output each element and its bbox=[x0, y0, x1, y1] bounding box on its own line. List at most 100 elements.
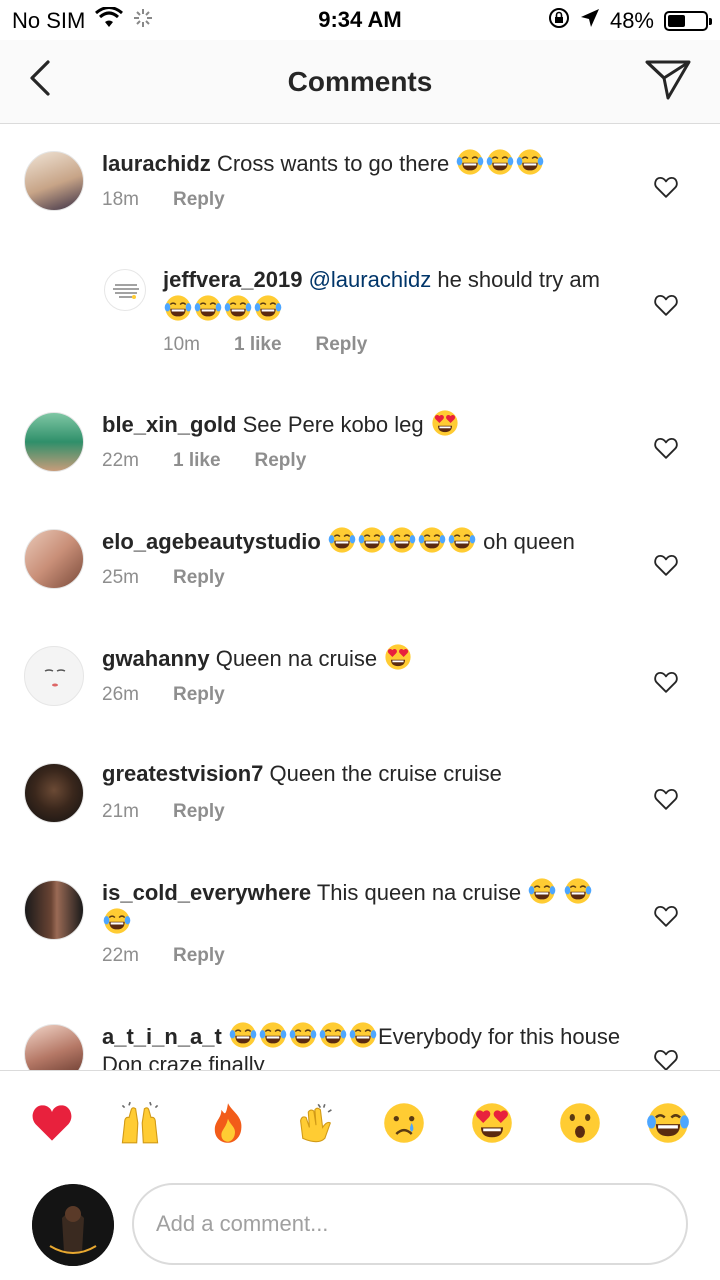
comment-time: 22m bbox=[102, 450, 139, 471]
comment-input[interactable] bbox=[132, 1183, 688, 1265]
comment-username[interactable]: greatestvision7 bbox=[102, 761, 263, 786]
laughing-emoji-icon bbox=[358, 526, 386, 554]
comment-time: 26m bbox=[102, 684, 139, 705]
quick-emoji-bar bbox=[0, 1070, 720, 1176]
comment-username[interactable]: jeffvera_2019 bbox=[163, 267, 302, 292]
laughing-emoji-icon bbox=[486, 148, 514, 176]
laughing-emoji-icon bbox=[194, 294, 222, 322]
avatar[interactable] bbox=[24, 763, 84, 823]
comment-username[interactable]: gwahanny bbox=[102, 646, 210, 671]
comment-text: greatestvision7 Queen the cruise cruise bbox=[102, 760, 622, 788]
comment-meta: 25m Reply bbox=[102, 567, 225, 589]
quick-surprised-button[interactable] bbox=[556, 1099, 604, 1147]
quick-heart-eyes-button[interactable] bbox=[468, 1099, 516, 1147]
comment-time: 22m bbox=[102, 945, 139, 966]
cartoon-face-avatar bbox=[44, 669, 66, 687]
likes-count[interactable]: 1 like bbox=[173, 450, 221, 472]
heart-eyes-emoji-icon bbox=[384, 643, 412, 671]
comment-time: 21m bbox=[102, 801, 139, 822]
clapping-hands-icon bbox=[294, 1101, 338, 1145]
comment-time: 10m bbox=[163, 334, 200, 355]
laughing-emoji-icon bbox=[289, 1021, 317, 1049]
laughing-emoji-icon bbox=[418, 526, 446, 554]
laughing-emoji-icon bbox=[448, 526, 476, 554]
avatar[interactable] bbox=[24, 412, 84, 472]
comment-meta: 18m Reply bbox=[102, 189, 225, 211]
like-heart-icon[interactable] bbox=[652, 173, 680, 201]
comment-time: 25m bbox=[102, 567, 139, 588]
comment-text: a_t_i_n_a_t Everybody for this house Don… bbox=[102, 1021, 622, 1070]
likes-count[interactable]: 1 like bbox=[234, 334, 282, 356]
laughing-emoji-icon bbox=[259, 1021, 287, 1049]
battery-icon bbox=[664, 11, 712, 31]
battery-percent: 48% bbox=[609, 8, 654, 33]
raised-hands-icon bbox=[118, 1101, 162, 1145]
olore-logo-avatar bbox=[32, 1184, 114, 1266]
avatar[interactable] bbox=[24, 646, 84, 706]
quick-heart-button[interactable] bbox=[28, 1099, 76, 1147]
battery-level-fill bbox=[668, 15, 685, 27]
quick-fire-button[interactable] bbox=[204, 1099, 252, 1147]
comment-composer bbox=[0, 1176, 720, 1280]
comment-message: he should try am bbox=[437, 267, 600, 292]
comment-meta: 22m 1 like Reply bbox=[102, 450, 306, 472]
avatar[interactable] bbox=[24, 880, 84, 940]
laughing-emoji-icon bbox=[164, 294, 192, 322]
comment-meta: 22m Reply bbox=[102, 945, 225, 967]
avatar[interactable] bbox=[104, 269, 146, 311]
comment-mention[interactable]: @laurachidz bbox=[309, 267, 432, 292]
heart-eyes-icon bbox=[470, 1101, 514, 1145]
comment-text: elo_agebeautystudio oh queen bbox=[102, 526, 642, 556]
comment-username[interactable]: a_t_i_n_a_t bbox=[102, 1024, 222, 1049]
avatar[interactable] bbox=[24, 1024, 84, 1070]
reply-button[interactable]: Reply bbox=[173, 567, 225, 589]
share-button[interactable] bbox=[642, 54, 694, 106]
comment-username[interactable]: is_cold_everywhere bbox=[102, 880, 311, 905]
reply-button[interactable]: Reply bbox=[173, 945, 225, 967]
quick-laugh-button[interactable] bbox=[644, 1099, 692, 1147]
like-heart-icon[interactable] bbox=[652, 785, 680, 813]
like-heart-icon[interactable] bbox=[652, 668, 680, 696]
surprised-face-icon bbox=[558, 1101, 602, 1145]
comment-text: jeffvera_2019 @laurachidz he should try … bbox=[163, 266, 633, 324]
comment-username[interactable]: ble_xin_gold bbox=[102, 412, 236, 437]
comment-message: oh queen bbox=[483, 529, 575, 554]
comment-time: 18m bbox=[102, 189, 139, 210]
comment-message: This queen na cruise bbox=[316, 880, 522, 905]
like-heart-icon[interactable] bbox=[652, 902, 680, 930]
like-heart-icon[interactable] bbox=[652, 291, 680, 319]
laughing-emoji-icon bbox=[456, 148, 484, 176]
like-heart-icon[interactable] bbox=[652, 1046, 680, 1070]
avatar[interactable] bbox=[24, 151, 84, 211]
comment-message: Queen the cruise cruise bbox=[269, 761, 502, 786]
comment-username[interactable]: elo_agebeautystudio bbox=[102, 529, 321, 554]
comment-username[interactable]: laurachidz bbox=[102, 151, 211, 176]
reply-button[interactable]: Reply bbox=[173, 189, 225, 211]
quick-cry-button[interactable] bbox=[380, 1099, 428, 1147]
laughing-emoji-icon bbox=[229, 1021, 257, 1049]
comment-text: ble_xin_gold See Pere kobo leg bbox=[102, 409, 622, 439]
reply-button[interactable]: Reply bbox=[255, 450, 307, 472]
like-heart-icon[interactable] bbox=[652, 551, 680, 579]
laughing-emoji-icon bbox=[254, 294, 282, 322]
laughing-emoji-icon bbox=[328, 526, 356, 554]
quick-clap-button[interactable] bbox=[292, 1099, 340, 1147]
laughing-emoji-icon bbox=[646, 1101, 690, 1145]
like-heart-icon[interactable] bbox=[652, 434, 680, 462]
reply-button[interactable]: Reply bbox=[173, 801, 225, 823]
comments-list[interactable]: laurachidz Cross wants to go there 18m R… bbox=[0, 125, 720, 1070]
reply-button[interactable]: Reply bbox=[316, 334, 368, 356]
fire-icon bbox=[206, 1101, 250, 1145]
my-avatar[interactable] bbox=[32, 1184, 114, 1266]
laughing-emoji-icon bbox=[349, 1021, 377, 1049]
comment-message: Queen na cruise bbox=[215, 646, 378, 671]
reply-button[interactable]: Reply bbox=[173, 684, 225, 706]
quick-raised-hands-button[interactable] bbox=[116, 1099, 164, 1147]
laughing-emoji-icon bbox=[319, 1021, 347, 1049]
comment-text: gwahanny Queen na cruise bbox=[102, 643, 622, 673]
laughing-emoji-icon bbox=[388, 526, 416, 554]
laughing-emoji-icon bbox=[516, 148, 544, 176]
avatar[interactable] bbox=[24, 529, 84, 589]
header: Comments bbox=[0, 40, 720, 124]
comment-meta: 21m Reply bbox=[102, 801, 225, 823]
